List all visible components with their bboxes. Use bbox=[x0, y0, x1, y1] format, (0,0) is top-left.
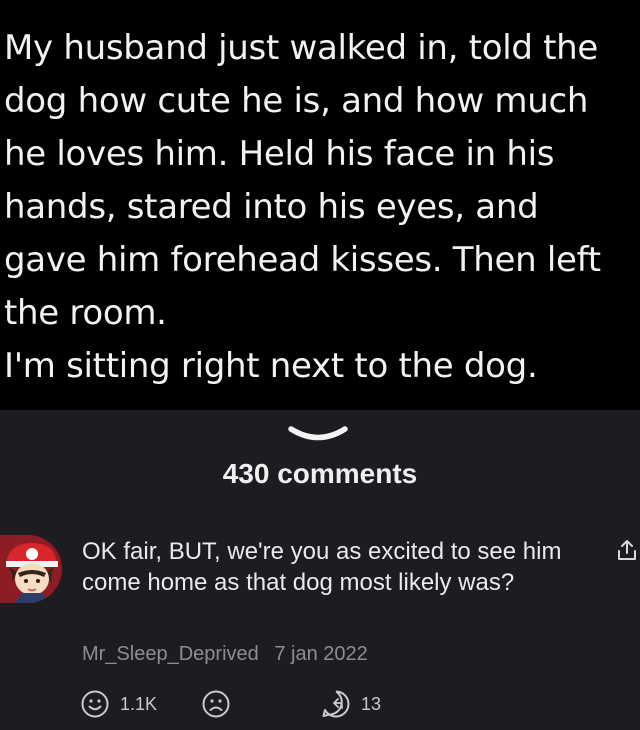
post-text-line: he loves him. Held his face in his bbox=[4, 134, 555, 174]
frown-icon bbox=[202, 690, 230, 718]
reply-count: 13 bbox=[361, 693, 382, 714]
share-icon[interactable] bbox=[616, 538, 638, 562]
post-text: My husband just walked in, told the dog … bbox=[4, 22, 634, 393]
comments-count: 430 comments bbox=[222, 458, 418, 489]
post-text-line: I'm sitting right next to the dog. bbox=[4, 346, 538, 386]
comment-author[interactable]: Mr_Sleep_Deprived bbox=[82, 643, 259, 665]
post-text-line: My husband just walked in, told the bbox=[4, 28, 599, 68]
post-text-line: hands, stared into his eyes, and bbox=[4, 187, 539, 227]
reply-button[interactable]: 13 bbox=[321, 688, 381, 720]
downvote-button[interactable] bbox=[201, 688, 231, 720]
post-text-line: gave him forehead kisses. Then left bbox=[4, 240, 601, 280]
comment-date: 7 jan 2022 bbox=[274, 643, 368, 665]
post-text-line: dog how cute he is, and how much bbox=[4, 81, 589, 121]
post-image: My husband just walked in, told the dog … bbox=[0, 0, 640, 410]
upvote-count: 1.1K bbox=[120, 693, 158, 714]
chevron-down-icon[interactable] bbox=[288, 424, 348, 444]
smile-icon bbox=[81, 690, 109, 718]
post-text-line: the room. bbox=[4, 293, 167, 333]
comment-text: OK fair, BUT, we're you as excited to se… bbox=[82, 538, 562, 596]
reply-icon bbox=[322, 690, 350, 718]
upvote-button[interactable]: 1.1K bbox=[80, 688, 157, 720]
comment-meta: Mr_Sleep_Deprived 7 jan 2022 bbox=[82, 643, 368, 666]
